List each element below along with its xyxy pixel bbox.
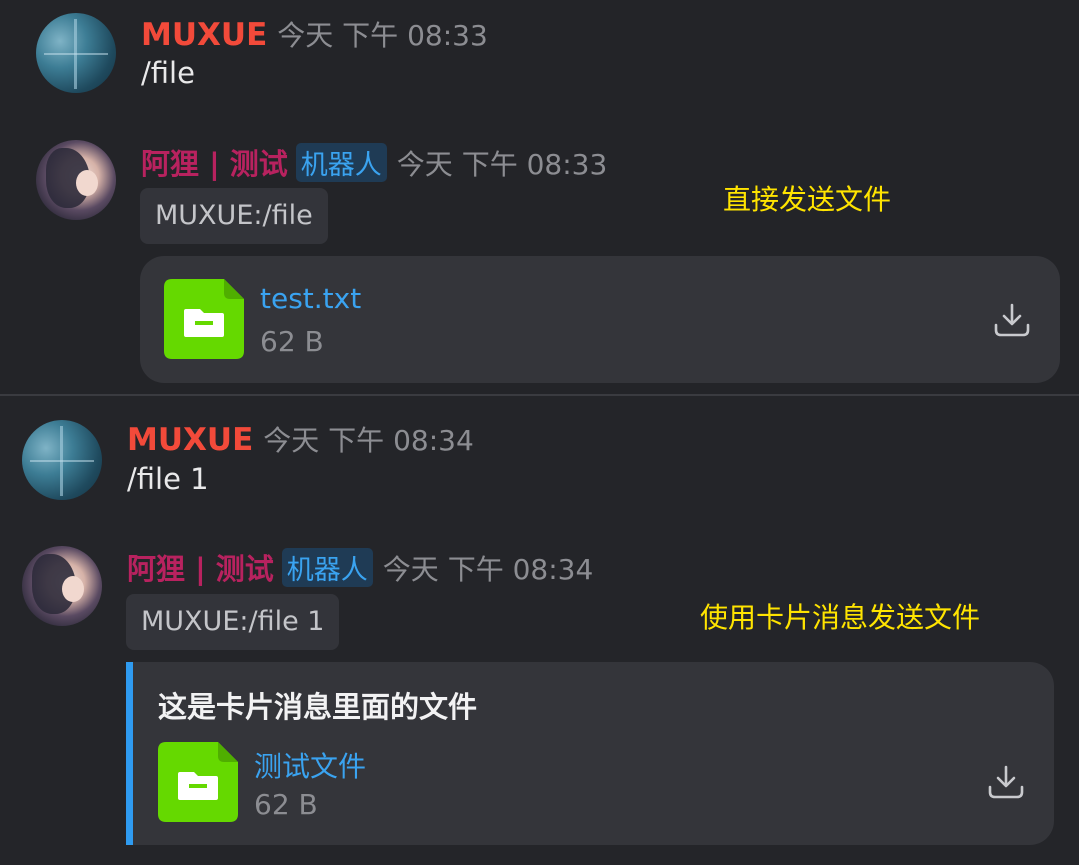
username[interactable]: MUXUE [141,17,267,53]
folder-icon [158,742,238,822]
chat-panel-2: MUXUE 今天 下午 08:34 /file 1 阿狸 | 测试 机器人 今天… [0,396,1079,865]
username[interactable]: 阿狸 | 测试 [127,546,274,588]
user-avatar[interactable] [36,13,116,93]
folder-icon [164,279,244,359]
timestamp: 今天 下午 08:34 [382,553,594,586]
card-title: 这是卡片消息里面的文件 [158,690,478,724]
annotation-text: 直接发送文件 [723,183,892,216]
chat-panel-1: MUXUE 今天 下午 08:33 /file 阿狸 | 测试 机器人 今天 下… [0,0,1079,394]
quoted-message[interactable]: MUXUE:/file 1 [126,594,340,650]
message-text: /file [141,56,195,90]
message-header: MUXUE 今天 下午 08:33 [141,14,488,54]
file-attachment[interactable]: test.txt 62 B [140,256,1060,383]
timestamp: 今天 下午 08:34 [263,424,474,457]
timestamp: 今天 下午 08:33 [396,148,608,181]
file-name[interactable]: test.txt [260,282,361,315]
username[interactable]: 阿狸 | 测试 [141,141,288,183]
file-name[interactable]: 测试文件 [254,745,366,785]
file-size: 62 B [254,788,318,821]
download-icon[interactable] [993,301,1031,339]
message-header: MUXUE 今天 下午 08:34 [127,419,474,459]
file-size: 62 B [260,325,324,358]
username[interactable]: MUXUE [127,422,253,458]
bot-avatar[interactable] [22,546,102,626]
bot-avatar[interactable] [36,140,116,220]
card-accent-bar [126,662,133,845]
quoted-message[interactable]: MUXUE:/file [140,188,328,244]
timestamp: 今天 下午 08:33 [277,19,488,52]
bot-badge: 机器人 [281,548,373,587]
bot-badge: 机器人 [295,143,387,182]
download-icon[interactable] [987,763,1025,801]
message-header: 阿狸 | 测试 机器人 今天 下午 08:33 [141,141,607,183]
user-avatar[interactable] [22,420,102,500]
card-message: 这是卡片消息里面的文件 测试文件 62 B [126,662,1054,845]
annotation-text: 使用卡片消息发送文件 [700,601,981,634]
message-text: /file 1 [127,462,209,496]
message-header: 阿狸 | 测试 机器人 今天 下午 08:34 [127,546,593,588]
